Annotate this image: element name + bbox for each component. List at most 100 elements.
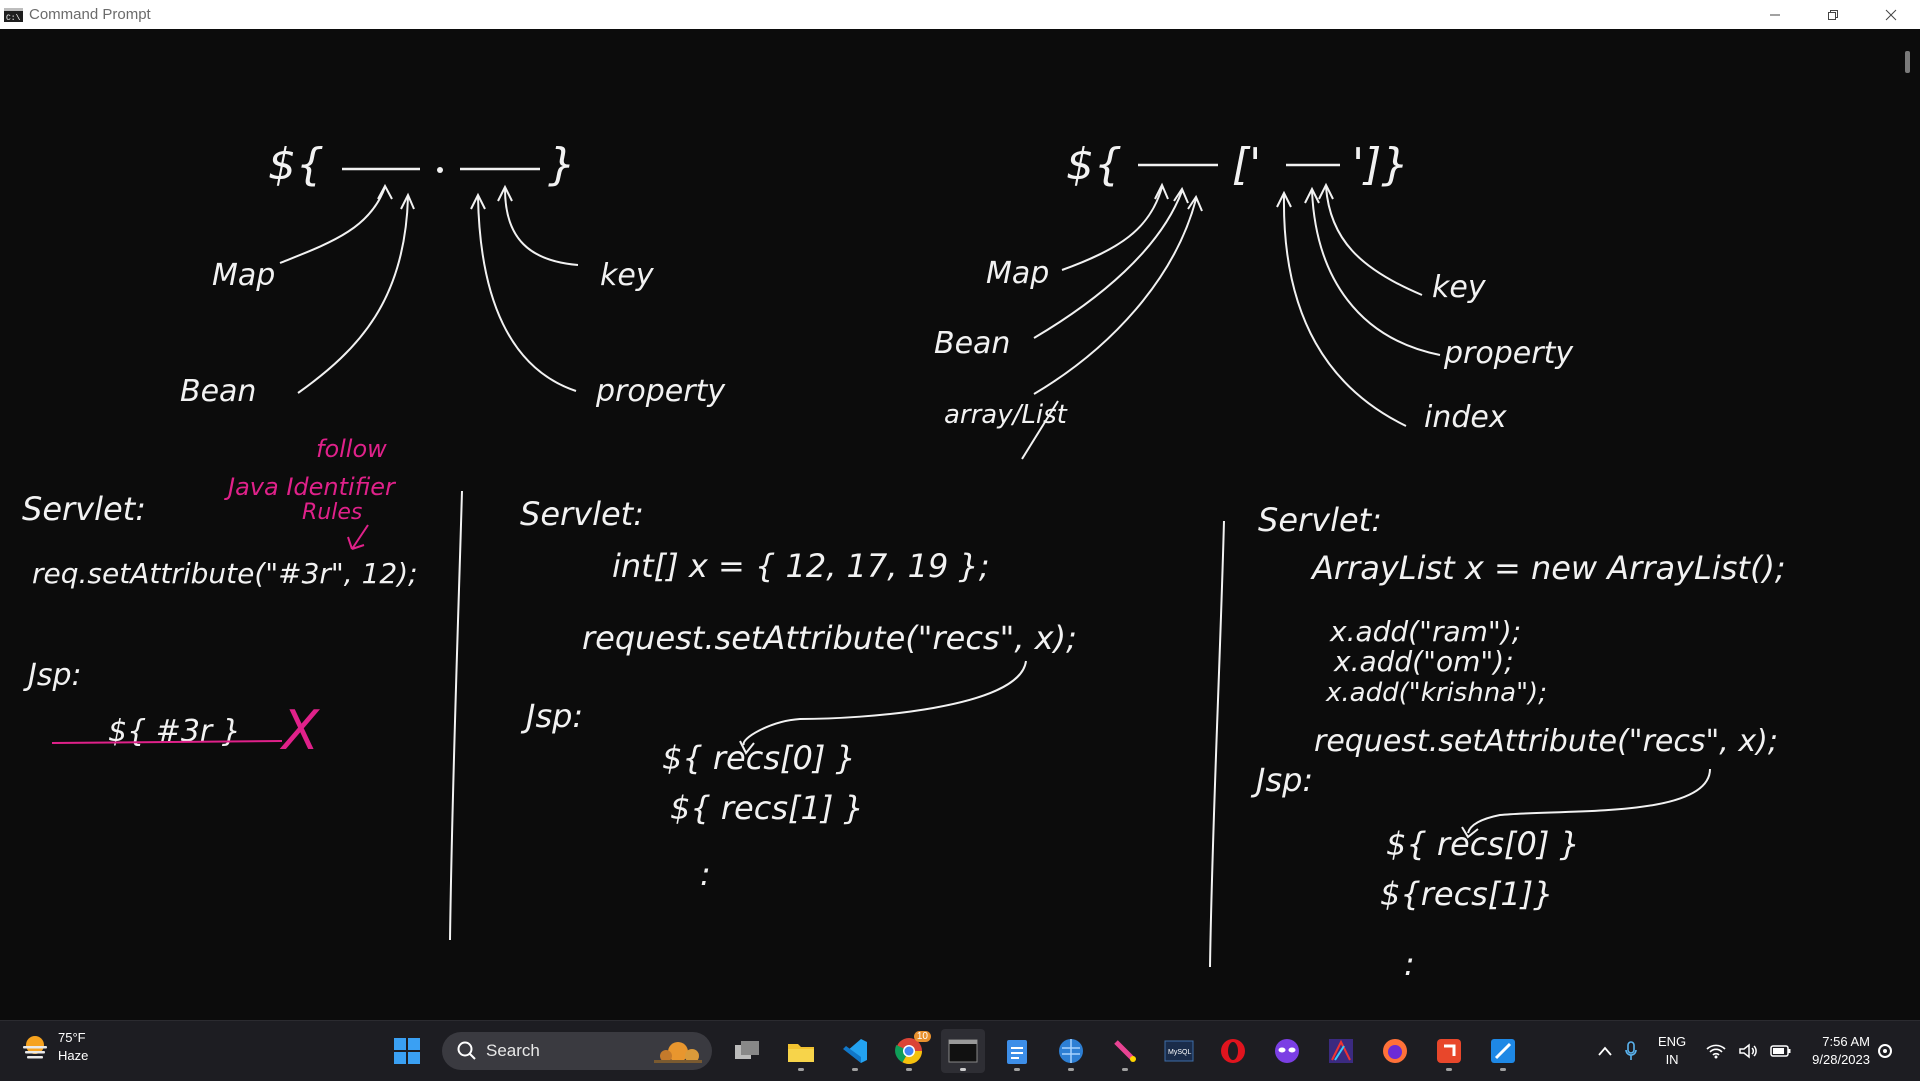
col2-line1: int[] x = { 12, 17, 19 }; bbox=[612, 547, 990, 585]
col3-expr-1: ${ recs[0] } bbox=[1386, 825, 1580, 863]
firefox-button[interactable] bbox=[1373, 1029, 1417, 1073]
col1-heading: Servlet: bbox=[22, 490, 146, 528]
whiteboard-icon bbox=[1491, 1039, 1515, 1063]
diagram-dot-notation: ${ } Map Bean key property bbox=[180, 139, 726, 409]
note-line-2: Java Identifier bbox=[224, 473, 397, 501]
firefox-icon bbox=[1383, 1039, 1407, 1063]
label-bean-2: Bean bbox=[934, 326, 1010, 361]
wifi-button[interactable] bbox=[1706, 1043, 1726, 1059]
battery-button[interactable] bbox=[1770, 1044, 1792, 1058]
divider-line-1 bbox=[449, 490, 463, 941]
notepad-button[interactable] bbox=[995, 1029, 1039, 1073]
close-icon bbox=[1885, 9, 1897, 20]
clock-date: 9/28/2023 bbox=[1812, 1052, 1870, 1067]
snipping-button[interactable] bbox=[1049, 1029, 1093, 1073]
restore-button[interactable] bbox=[1804, 0, 1862, 29]
notifications-button[interactable] bbox=[1876, 1042, 1894, 1060]
volume-button[interactable] bbox=[1738, 1043, 1758, 1059]
window-title: Command Prompt bbox=[29, 6, 151, 23]
col2-heading: Servlet: bbox=[520, 495, 644, 533]
taskbar-search[interactable]: Search bbox=[442, 1032, 712, 1070]
mask-icon bbox=[1275, 1039, 1299, 1063]
col1-jsp: Jsp: bbox=[23, 658, 82, 693]
svg-text:}: } bbox=[548, 139, 576, 190]
svg-text:${: ${ bbox=[1066, 139, 1122, 190]
col2-expr-2: ${ recs[1] } bbox=[670, 789, 864, 827]
col3-jsp: Jsp: bbox=[1250, 761, 1313, 799]
chrome-badge: 10 bbox=[913, 1031, 931, 1042]
invalid-mark: X bbox=[279, 699, 320, 762]
minimize-icon bbox=[1770, 14, 1780, 15]
ide-button[interactable] bbox=[1319, 1029, 1363, 1073]
show-hidden-icons-button[interactable] bbox=[1598, 1046, 1612, 1056]
taskbar: 75°F Haze Search 10 MySQL ENG IN 7:56 AM… bbox=[0, 1020, 1920, 1081]
diagram-bracket-notation: ${ [' ']} Map Bean array/List key proper… bbox=[934, 139, 1574, 460]
weather-haze-icon bbox=[23, 1036, 47, 1059]
volume-icon bbox=[1739, 1043, 1758, 1059]
vscode-icon bbox=[843, 1039, 867, 1063]
cmd-app-icon: C:\ bbox=[4, 7, 23, 22]
label-key-2: key bbox=[1432, 270, 1487, 305]
file-explorer-button[interactable] bbox=[779, 1029, 823, 1073]
wifi-icon bbox=[1706, 1044, 1726, 1059]
microphone-button[interactable] bbox=[1624, 1041, 1638, 1061]
scrollbar-thumb[interactable] bbox=[1905, 51, 1910, 73]
windows-icon bbox=[394, 1038, 420, 1064]
label-map-2: Map bbox=[986, 256, 1049, 291]
weather-temp: 75°F bbox=[58, 1030, 86, 1045]
app-red-button[interactable] bbox=[1427, 1029, 1471, 1073]
col2-dots: : bbox=[700, 855, 711, 893]
vscode-button[interactable] bbox=[833, 1029, 877, 1073]
restore-icon bbox=[1828, 9, 1838, 20]
mysql-button[interactable]: MySQL bbox=[1157, 1029, 1201, 1073]
close-button[interactable] bbox=[1862, 0, 1920, 29]
folder-icon bbox=[788, 1044, 814, 1062]
col3-expr-2: ${recs[1]} bbox=[1380, 875, 1554, 913]
globe-tool-icon bbox=[1059, 1039, 1083, 1063]
language-indicator[interactable]: ENG IN bbox=[1658, 1033, 1686, 1069]
mysql-workbench-icon: MySQL bbox=[1164, 1040, 1194, 1062]
note-line-1: follow bbox=[316, 435, 387, 463]
search-icon bbox=[457, 1041, 476, 1060]
console-area[interactable]: ${ } Map Bean key property ${ [' ']} Map… bbox=[0, 29, 1898, 1020]
search-highlight-illustration bbox=[654, 1042, 702, 1063]
col3-add2: x.add("om"); bbox=[1333, 645, 1514, 678]
battery-icon bbox=[1770, 1045, 1791, 1057]
column-arraylist-example: Servlet: ArrayList x = new ArrayList(); … bbox=[1250, 501, 1786, 983]
chrome-button[interactable]: 10 bbox=[887, 1029, 931, 1073]
mask-app-button[interactable] bbox=[1265, 1029, 1309, 1073]
notification-settings-icon bbox=[1878, 1044, 1892, 1058]
label-bean: Bean bbox=[180, 374, 256, 409]
weather-widget[interactable]: 75°F Haze bbox=[20, 1029, 88, 1065]
task-view-button[interactable] bbox=[725, 1029, 769, 1073]
svg-text:']}: ']} bbox=[1352, 139, 1409, 190]
col1-code: req.setAttribute("#3r", 12); bbox=[32, 557, 418, 590]
column-invalid-identifier: Servlet: follow Java Identifier Rules re… bbox=[22, 435, 418, 762]
terminal-button[interactable] bbox=[941, 1029, 985, 1073]
task-view-icon bbox=[735, 1041, 759, 1059]
opera-button[interactable] bbox=[1211, 1029, 1255, 1073]
col3-heading: Servlet: bbox=[1258, 501, 1382, 539]
col3-add3: x.add("krishna"); bbox=[1325, 678, 1547, 708]
label-map: Map bbox=[212, 258, 275, 293]
dot-expr-open: ${ bbox=[268, 139, 324, 190]
pen-app-button[interactable] bbox=[1103, 1029, 1147, 1073]
vertical-scrollbar[interactable] bbox=[1898, 29, 1920, 1020]
column-array-example: Servlet: int[] x = { 12, 17, 19 }; reque… bbox=[520, 495, 1077, 893]
col3-add1: x.add("ram"); bbox=[1329, 615, 1521, 648]
lang-line-1: ENG bbox=[1657, 1034, 1687, 1049]
whiteboard-button[interactable] bbox=[1481, 1029, 1525, 1073]
microphone-icon bbox=[1625, 1041, 1637, 1060]
clock-time: 7:56 AM bbox=[1822, 1034, 1870, 1049]
marker-icon bbox=[1114, 1040, 1136, 1062]
col2-jsp: Jsp: bbox=[520, 697, 583, 735]
label-property: property bbox=[595, 374, 726, 409]
start-button[interactable] bbox=[385, 1029, 429, 1073]
ide-icon bbox=[1329, 1039, 1353, 1063]
minimize-button[interactable] bbox=[1746, 0, 1804, 29]
terminal-icon bbox=[948, 1039, 978, 1063]
svg-text:[': [' bbox=[1232, 139, 1261, 190]
opera-icon bbox=[1221, 1039, 1245, 1063]
system-clock[interactable]: 7:56 AM 9/28/2023 bbox=[1812, 1033, 1870, 1069]
col3-dots: : bbox=[1404, 945, 1415, 983]
